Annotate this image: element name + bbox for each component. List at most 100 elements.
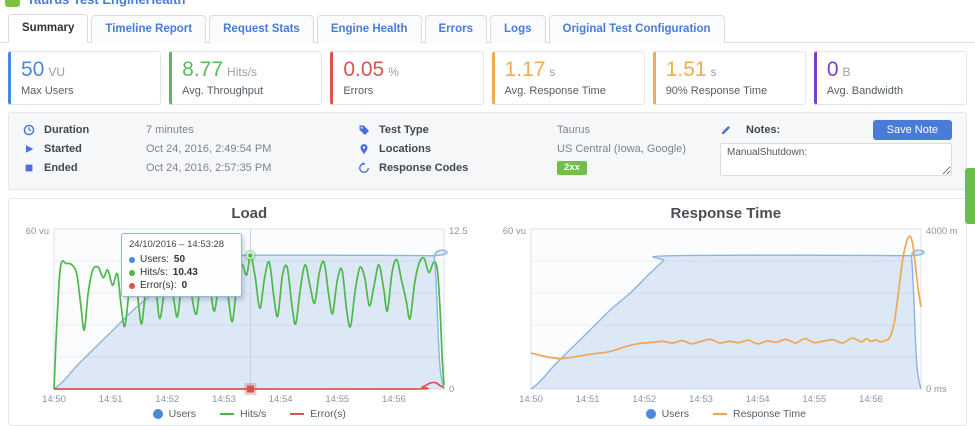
legend-label: Users — [168, 408, 197, 420]
legend-label: Response Time — [732, 408, 806, 420]
kpi-label: Max Users — [21, 85, 74, 97]
test-status-icon — [5, 0, 20, 7]
svg-text:14:56: 14:56 — [859, 394, 883, 405]
tooltip-series-label: Error(s): — [140, 280, 177, 291]
svg-text:4000 ms: 4000 ms — [926, 226, 957, 237]
clock-icon — [23, 124, 35, 135]
test-config-info: Test Type Taurus Locations US Central (Iowa… — [358, 120, 720, 181]
tooltip-row-users: Users: 50 — [129, 253, 234, 266]
tag-icon — [359, 125, 369, 135]
pin-icon — [360, 143, 368, 154]
tooltip-row-hits-s: Hits/s: 10.43 — [129, 266, 234, 279]
tooltip-series-dot — [129, 282, 135, 289]
notes-label: Notes: — [746, 123, 781, 136]
axis-marker — [247, 385, 255, 393]
kpi-unit: Hits/s — [227, 65, 258, 79]
svg-text:14:54: 14:54 — [269, 394, 293, 405]
response-codes-badge[interactable]: 2xx — [557, 160, 587, 175]
tab-request-stats[interactable]: Request Stats — [209, 15, 314, 43]
tooltip-series-dot — [129, 269, 135, 276]
charts-panel: Load 14:50 14:51 14:52 14:53 14:54 14:55 14:56 6… — [8, 198, 967, 426]
stop-icon — [25, 164, 33, 171]
svg-text:14:51: 14:51 — [576, 394, 600, 405]
load-legend: Users Hits/s Error(s) — [11, 407, 488, 425]
info-row-response-codes: Response Codes 2xx — [358, 158, 720, 177]
kpi-card-errors: 0.05% Errors — [330, 51, 484, 105]
kpi-card-max-users: 50 VU Max Users — [8, 51, 162, 105]
chart-tooltip: 24/10/2016 – 14:53:28 Users: 50 Hits/s: 10.4… — [121, 233, 242, 297]
kpi-value-line: 50 VU — [21, 57, 150, 83]
kpi-value-line: 1.51 s — [666, 57, 795, 83]
tooltip-series-label: Hits/s: — [140, 267, 168, 278]
tab-engine-health[interactable]: Engine Health — [316, 15, 422, 43]
kpi-value-line: 0B — [827, 57, 956, 83]
tag-icon-slot — [358, 124, 373, 136]
hover-point — [247, 252, 254, 259]
svg-text:14:53: 14:53 — [689, 394, 713, 405]
kpi-unit: % — [388, 65, 399, 79]
kpi-unit: B — [842, 65, 851, 79]
kpi-label: 90% Response Time — [665, 85, 768, 97]
test-title[interactable]: Taurus Test EngineHealth — [27, 0, 185, 7]
kpi-label: Errors — [343, 85, 374, 97]
info-row-ended: Ended Oct 24, 2016, 2:57:35 PM — [23, 158, 358, 177]
load-title: Load — [231, 205, 268, 222]
svg-text:12.5: 12.5 — [449, 226, 468, 237]
tooltip-series-dot — [129, 256, 135, 263]
info-label: Ended — [44, 161, 78, 174]
response-time-plot[interactable]: 14:50 14:51 14:52 14:53 14:54 14:55 14:56 60 vu… — [495, 224, 957, 407]
pencil-icon — [720, 124, 735, 136]
legend-item-response-time[interactable]: Response Time — [712, 408, 806, 420]
kpi-value-line: 1.17 s — [505, 57, 634, 83]
tab-summary[interactable]: Summary — [8, 14, 89, 43]
load-plot[interactable]: 14:50 14:51 14:52 14:53 14:54 14:55 14:56 60 vu… — [18, 224, 480, 407]
kpi-value-line: 0.05% — [343, 57, 472, 83]
history-icon — [359, 161, 369, 173]
tab-errors[interactable]: Errors — [424, 15, 488, 43]
response-time-chart: Response Time 14:50 14:51 14:52 14:53 14:54 14… — [488, 202, 965, 425]
legend-label: Error(s) — [310, 408, 346, 420]
save-note-button[interactable]: Save Note — [872, 119, 952, 140]
svg-text:14:52: 14:52 — [156, 394, 180, 405]
load-chart: Load 14:50 14:51 14:52 14:53 14:54 14:55 14:56 6… — [11, 202, 488, 425]
kpi-value: 0.05 — [343, 58, 385, 81]
kpi-value: 0 — [826, 58, 839, 81]
feedback-tab[interactable] — [965, 168, 975, 224]
tooltip-row-error-s: Error(s): 0 — [129, 279, 234, 292]
tab-timeline-report[interactable]: Timeline Report — [91, 15, 207, 43]
kpi-value-line: 8.77 Hits/s — [182, 57, 311, 83]
notes-section: Notes: Save Note ManualShutdown: — [720, 119, 952, 181]
info-value: Oct 24, 2016, 2:49:54 PM — [146, 142, 272, 155]
kpi-card-avg-bandwidth: 0 B Avg. Bandwidth — [813, 51, 968, 105]
legend-label: Users — [661, 408, 689, 420]
test-info-panel: Duration 7 minutes Started Oct 24, 2016, 2:… — [8, 112, 967, 190]
notes-textarea[interactable]: ManualShutdown: — [720, 143, 952, 176]
kpi-value: 1.51 — [665, 58, 707, 81]
legend-item-users[interactable]: Users — [645, 408, 689, 420]
info-row-test-type: Test Type Taurus — [358, 120, 720, 139]
kpi-label: Avg. Throughput — [182, 85, 264, 97]
svg-text:14:54: 14:54 — [745, 394, 769, 405]
tab-logs[interactable]: Logs — [490, 15, 546, 43]
info-label: Response Codes — [379, 161, 469, 174]
kpi-card-90-response-time: 1.51 s 90% Response Time — [652, 51, 806, 105]
legend-dot-marker — [645, 409, 656, 419]
info-label: Started — [44, 142, 82, 155]
legend-item-error-s[interactable]: Error(s) — [290, 408, 346, 420]
tooltip-series-value: 50 — [173, 254, 186, 265]
kpi-value: 8.77 — [182, 58, 224, 81]
clock-icon-slot — [23, 124, 38, 136]
info-row-duration: Duration 7 minutes — [23, 120, 358, 139]
legend-item-users[interactable]: Users — [152, 408, 197, 420]
legend-item-hits-s[interactable]: Hits/s — [220, 408, 266, 420]
response-time-title: Response Time — [670, 205, 782, 222]
info-label: Locations — [379, 142, 431, 155]
tab-original-test-configuration[interactable]: Original Test Configuration — [548, 15, 725, 43]
test-timing-info: Duration 7 minutes Started Oct 24, 2016, 2:… — [23, 120, 358, 181]
notes-label-group: Notes: — [720, 124, 780, 136]
svg-text:0: 0 — [449, 384, 454, 395]
info-value: US Central (Iowa, Google) — [557, 142, 686, 155]
pin-icon-slot — [358, 143, 373, 155]
kpi-card-avg-throughput: 8.77 Hits/s Avg. Throughput — [169, 51, 323, 105]
play-icon — [26, 144, 34, 153]
